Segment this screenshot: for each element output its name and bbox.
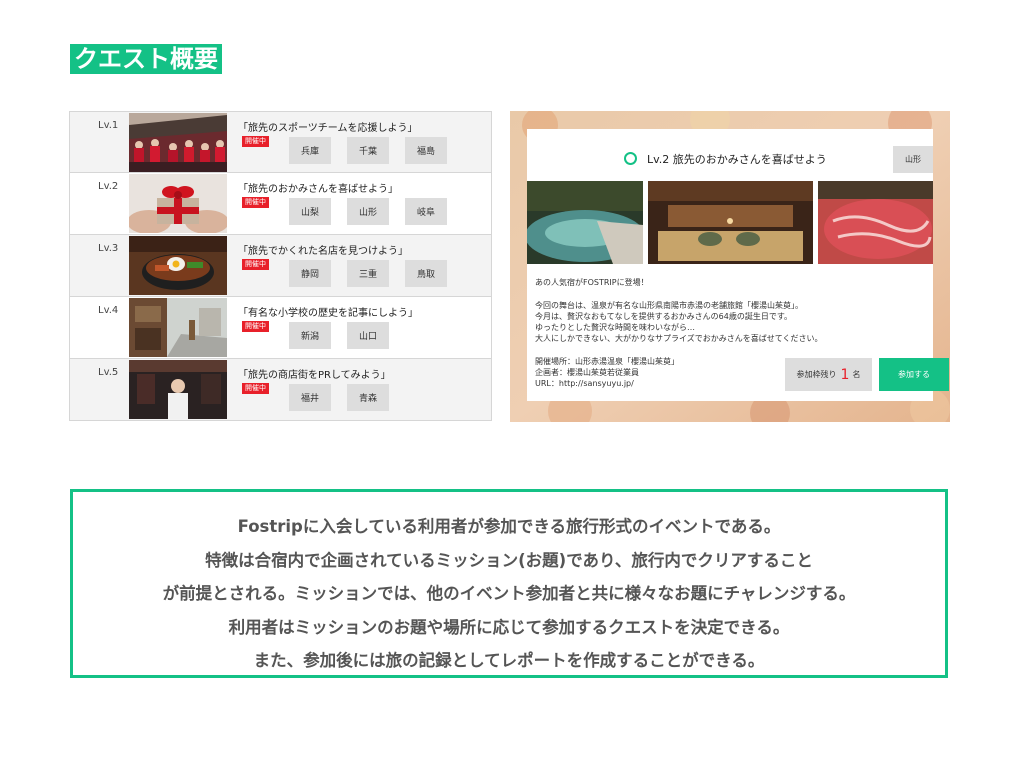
circle-icon	[624, 152, 637, 165]
quest-thumbnail-ramen	[129, 236, 227, 295]
prefecture-chip[interactable]: 山口	[347, 322, 389, 349]
detail-body-line: 今月は、贅沢なおもてなしを提供するおかみさんの64歳の誕生日です。	[535, 312, 793, 321]
detail-panel: Lv.2 旅先のおかみさんを喜ばせよう 山形 あの人気宿がFOSTRIPに登場！…	[527, 129, 949, 401]
status-badge: 開催中	[242, 197, 269, 208]
status-badge: 開催中	[242, 259, 269, 270]
quest-row-lv1[interactable]: Lv.1 「旅先のスポーツチームを応援しよう」 開催中 兵庫 千葉 福島	[69, 111, 492, 173]
prefecture-chip[interactable]: 岐阜	[405, 198, 447, 225]
quest-detail-card: Lv.2 旅先のおかみさんを喜ばせよう 山形 あの人気宿がFOSTRIPに登場！…	[510, 111, 950, 422]
prefecture-chip[interactable]: 鳥取	[405, 260, 447, 287]
quest-level: Lv.5	[98, 367, 119, 378]
quest-title: 「旅先の商店街をPRしてみよう」	[238, 370, 391, 381]
quest-thumbnail-shop	[129, 360, 227, 419]
quest-thumbnail-school	[129, 298, 227, 357]
detail-info-line: URL：http://sansyuyu.jp/	[535, 379, 634, 388]
prefecture-chip[interactable]: 兵庫	[289, 137, 331, 164]
detail-body-line: ゆったりとした贅沢な時間を味わいながら…	[535, 323, 695, 332]
prefecture-chip[interactable]: 福島	[405, 137, 447, 164]
photo-ryokan-room	[648, 181, 813, 264]
quest-row-lv2[interactable]: Lv.2 「旅先のおかみさんを喜ばせよう」 開催中 山梨 山形 岐阜	[69, 173, 492, 235]
summary-box: Fostripに入会している利用者が参加できる旅行形式のイベントである。 特徴は…	[70, 489, 948, 678]
detail-body-line: 大人にしかできない、大がかりなサプライズでおかみさんを喜ばせてください。	[535, 334, 823, 343]
detail-body-line: 今回の舞台は、温泉が有名な山形県南陽市赤湯の老舗旅館「櫻湯山茱萸」。	[535, 301, 803, 310]
quest-level: Lv.4	[98, 305, 119, 316]
remaining-slots: 参加枠残り 1 名	[785, 358, 872, 391]
prefecture-chip[interactable]: 山形	[893, 146, 933, 173]
detail-info-line: 開催場所：山形赤湯温泉「櫻湯山茱萸」	[535, 357, 679, 366]
photo-onsen	[527, 181, 643, 264]
summary-line: Fostripに入会している利用者が参加できる旅行形式のイベントである。	[237, 517, 781, 536]
summary-line: 特徴は合宿内で企画されているミッション(お題)であり、旅行内でクリアすること	[205, 550, 813, 570]
detail-info-line: 企画者：櫻湯山茱萸若従業員	[535, 368, 639, 377]
quest-level: Lv.3	[98, 243, 119, 254]
quest-title: 「旅先のおかみさんを喜ばせよう」	[238, 184, 398, 195]
page-title: クエスト概要	[70, 44, 222, 74]
prefecture-chip[interactable]: 山形	[347, 198, 389, 225]
photo-beef	[818, 181, 933, 264]
quest-level: Lv.2	[98, 181, 119, 192]
quest-title: 「旅先でかくれた名店を見つけよう」	[238, 246, 408, 257]
summary-line: が前提とされる。ミッションでは、他のイベント参加者と共に様々なお題にチャレンジす…	[162, 584, 856, 603]
quest-title: 「旅先のスポーツチームを応援しよう」	[238, 123, 418, 134]
quest-row-lv4[interactable]: Lv.4 「有名な小学校の歴史を記事にしよう」 開催中 新潟 山口	[69, 297, 492, 359]
prefecture-chip[interactable]: 千葉	[347, 137, 389, 164]
prefecture-chip[interactable]: 三重	[347, 260, 389, 287]
quest-level: Lv.1	[98, 120, 119, 131]
prefecture-chip[interactable]: 静岡	[289, 260, 331, 287]
slots-count: 1	[840, 366, 850, 383]
join-button[interactable]: 参加する	[879, 358, 949, 391]
prefecture-chip[interactable]: 福井	[289, 384, 331, 411]
status-badge: 開催中	[242, 321, 269, 332]
slots-label: 参加枠残り	[796, 370, 837, 379]
prefecture-chip[interactable]: 青森	[347, 384, 389, 411]
status-badge: 開催中	[242, 136, 269, 147]
prefecture-chip[interactable]: 新潟	[289, 322, 331, 349]
quest-row-lv3[interactable]: Lv.3 「旅先でかくれた名店を見つけよう」 開催中 静岡 三重 鳥取	[69, 235, 492, 297]
quest-thumbnail-sports	[129, 113, 227, 172]
quest-list: Lv.1 「旅先のスポーツチームを応援しよう」 開催中 兵庫 千葉 福島 Lv.…	[69, 111, 492, 421]
summary-line: 利用者はミッションのお題や場所に応じて参加するクエストを決定できる。	[228, 617, 790, 637]
detail-title: Lv.2 旅先のおかみさんを喜ばせよう	[647, 153, 827, 166]
slots-unit: 名	[852, 370, 861, 379]
quest-thumbnail-gift	[129, 174, 227, 233]
detail-intro: あの人気宿がFOSTRIPに登場！	[535, 278, 649, 287]
quest-row-lv5[interactable]: Lv.5 「旅先の商店街をPRしてみよう」 開催中 福井 青森	[69, 359, 492, 421]
quest-title: 「有名な小学校の歴史を記事にしよう」	[238, 308, 418, 319]
prefecture-chip[interactable]: 山梨	[289, 198, 331, 225]
summary-line: また、参加後には旅の記録としてレポートを作成することができる。	[253, 651, 765, 670]
status-badge: 開催中	[242, 383, 269, 394]
